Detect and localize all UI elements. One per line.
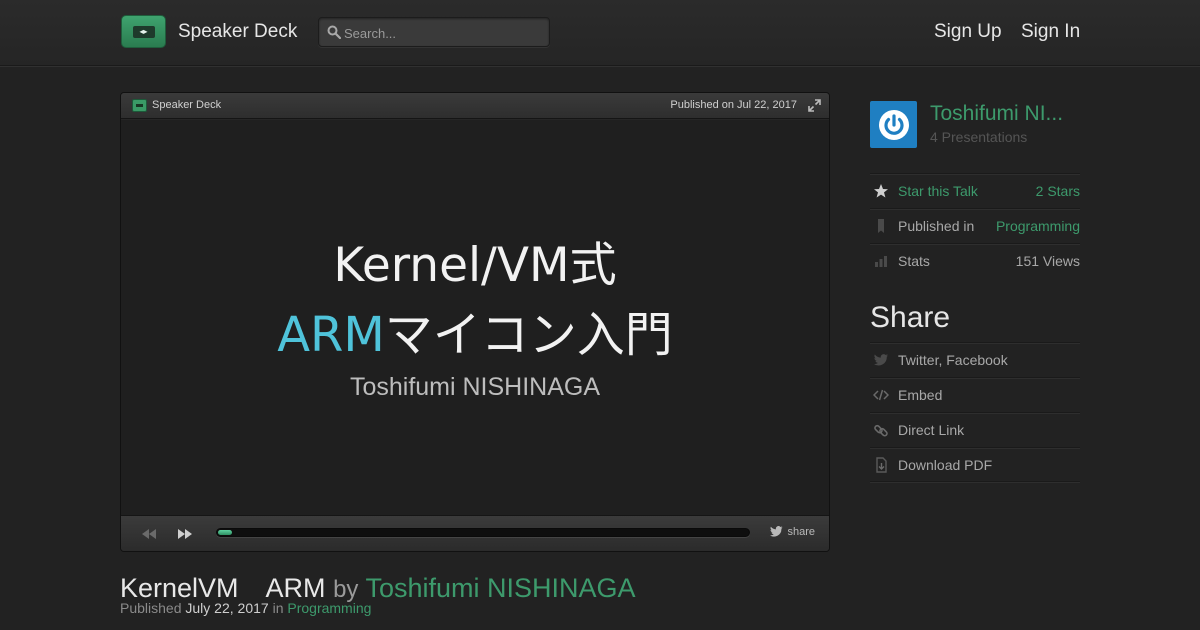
share-direct-link-label: Direct Link: [898, 422, 965, 438]
slide-progress-bar[interactable]: [216, 528, 750, 537]
code-icon: [873, 389, 889, 401]
next-slide-icon[interactable]: [177, 527, 193, 541]
talk-meta: Published July 22, 2017 in Programming: [120, 600, 371, 616]
share-direct-link-row[interactable]: Direct Link: [870, 412, 1080, 447]
player-published-date: Published on Jul 22, 2017: [670, 99, 797, 111]
published-in-label: Published in: [898, 218, 975, 234]
player-logo-icon: [132, 99, 147, 112]
share-download-pdf-row[interactable]: Download PDF: [870, 447, 1080, 482]
slide-subtitle-line: ARMマイコン入門: [121, 295, 829, 365]
sidebar-author-name[interactable]: Toshifumi NI...: [930, 102, 1063, 126]
talk-title: KernelVM ARM: [120, 573, 326, 603]
share-embed-label: Embed: [898, 387, 943, 403]
twitter-icon: [770, 526, 783, 537]
power-icon: [878, 109, 909, 140]
slide-player: Speaker Deck Published on Jul 22, 2017 K…: [120, 92, 830, 552]
stats-label: Stats: [898, 253, 930, 269]
expand-icon[interactable]: [808, 99, 821, 112]
share-twitter-facebook-row[interactable]: Twitter, Facebook: [870, 342, 1080, 377]
published-in-row: Published in Programming: [870, 208, 1080, 243]
share-download-pdf-label: Download PDF: [898, 457, 993, 473]
published-date: July 22, 2017: [185, 600, 269, 616]
in-label: in: [272, 600, 284, 616]
search-input[interactable]: [344, 22, 544, 44]
logo-arrows-icon: ◂▸: [132, 25, 155, 38]
search-icon: [327, 25, 341, 39]
slide-subtitle-rest: マイコン入門: [384, 307, 673, 363]
star-count: 2 Stars: [1035, 183, 1080, 199]
player-share-button[interactable]: share: [770, 526, 815, 538]
stats-row: Stats 151 Views: [870, 243, 1080, 278]
share-heading: Share: [870, 301, 951, 334]
talk-author-link[interactable]: Toshifumi NISHINAGA: [365, 573, 635, 603]
sidebar-presentation-count: 4 Presentations: [930, 129, 1028, 145]
brand-link[interactable]: Speaker Deck: [178, 21, 297, 43]
published-label: Published: [120, 600, 182, 616]
published-in-category-link[interactable]: Programming: [996, 218, 1080, 234]
slide-accent-text: ARM: [277, 307, 385, 363]
slide-title-line: Kernel/VM式: [333, 238, 617, 293]
top-bar: ◂▸ Speaker Deck Sign Up Sign In: [0, 0, 1200, 66]
player-share-label: share: [787, 526, 815, 538]
author-avatar[interactable]: [870, 101, 917, 148]
slide-canvas[interactable]: Kernel/VM式 ARMマイコン入門 Toshifumi NISHINAGA: [121, 120, 829, 516]
player-controls: share: [121, 515, 829, 551]
twitter-icon: [874, 354, 888, 366]
search-box: [318, 17, 550, 47]
player-header: Speaker Deck Published on Jul 22, 2017: [121, 93, 829, 119]
sign-in-link[interactable]: Sign In: [1021, 21, 1080, 43]
share-twitter-facebook-label: Twitter, Facebook: [898, 352, 1008, 368]
sign-up-link[interactable]: Sign Up: [934, 21, 1002, 43]
share-embed-row[interactable]: Embed: [870, 377, 1080, 412]
star-icon: [874, 184, 888, 198]
speaker-deck-logo[interactable]: ◂▸: [121, 15, 166, 48]
star-talk-row[interactable]: Star this Talk 2 Stars: [870, 173, 1080, 208]
talk-by: by: [333, 576, 359, 603]
slide-progress-fill: [218, 530, 232, 535]
bookmark-icon: [878, 219, 884, 233]
views-count: 151 Views: [1015, 253, 1080, 269]
previous-slide-icon[interactable]: [141, 527, 157, 541]
download-icon: [876, 457, 887, 473]
star-talk-label: Star this Talk: [898, 183, 978, 199]
category-link[interactable]: Programming: [287, 600, 371, 616]
bar-chart-icon: [875, 256, 887, 267]
link-icon: [874, 424, 888, 437]
player-brand: Speaker Deck: [152, 99, 222, 111]
slide-author-line: Toshifumi NISHINAGA: [349, 373, 601, 401]
